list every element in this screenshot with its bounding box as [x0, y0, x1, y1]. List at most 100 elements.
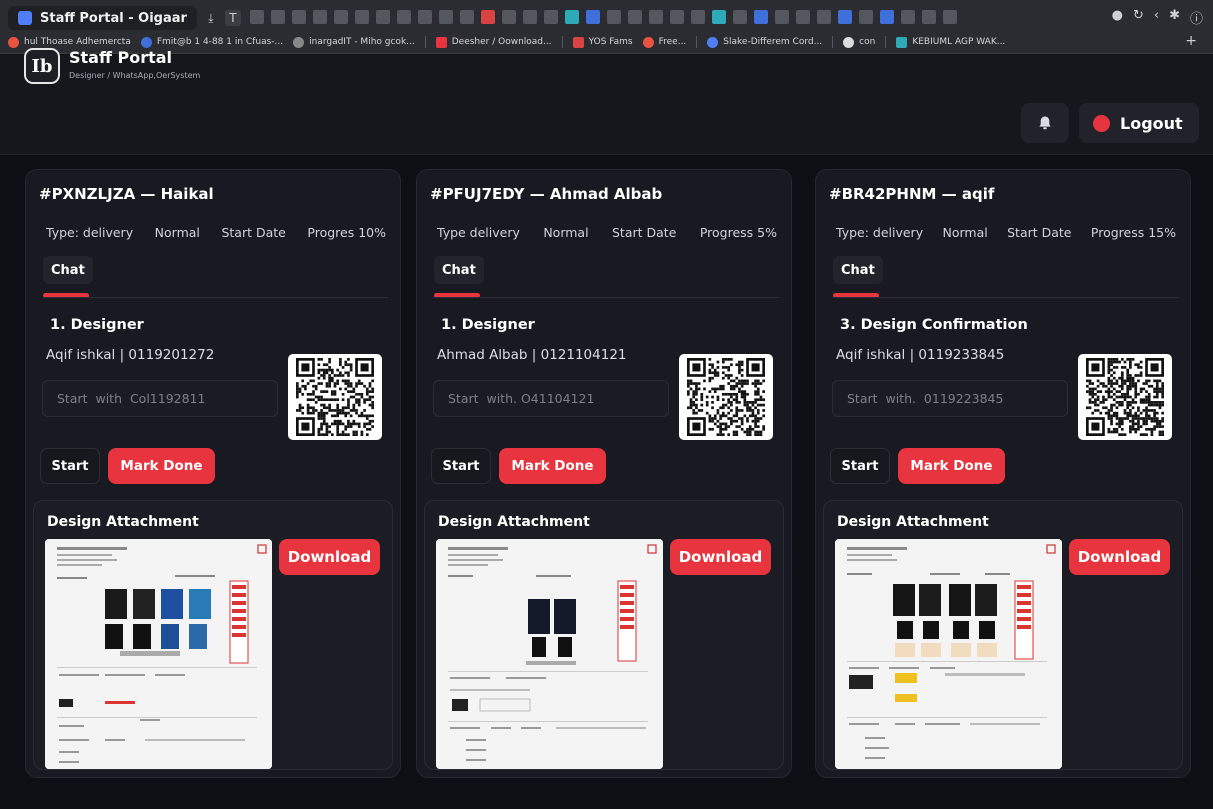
attachment-preview[interactable] [436, 539, 663, 769]
attachment-preview[interactable] [835, 539, 1062, 769]
extension-icon[interactable] [901, 10, 915, 24]
extension-icon[interactable] [733, 10, 747, 24]
info-icon[interactable]: ⓘ [1190, 8, 1203, 27]
extension-icon[interactable] [313, 10, 327, 24]
order-type: Type: delivery [46, 225, 134, 240]
start-code-input[interactable] [832, 380, 1068, 417]
bookmark-icon [293, 36, 305, 48]
bookmark-item[interactable]: Slake-Differem Cord... [707, 36, 822, 48]
order-progress: Progress 15% [1090, 225, 1176, 240]
divider [833, 297, 1178, 298]
tab-t-icon[interactable]: T [224, 10, 241, 26]
extension-icon[interactable] [649, 10, 663, 24]
extension-icon[interactable] [754, 10, 768, 24]
new-tab-button[interactable]: + [1185, 33, 1197, 49]
extension-icon[interactable] [292, 10, 306, 24]
share-icon[interactable]: ‹ [1154, 8, 1159, 27]
mark-done-button[interactable]: Mark Done [898, 448, 1005, 484]
browser-controls: ● ↻ ‹ ✱ ⓘ [1112, 8, 1203, 27]
bookmark-separator [424, 36, 426, 48]
order-priority: Normal [942, 225, 988, 240]
logout-button[interactable]: Logout [1079, 103, 1199, 143]
divider [43, 297, 388, 298]
profile-icon[interactable]: ● [1112, 8, 1123, 27]
attachment-preview[interactable] [45, 539, 272, 769]
bookmark-item[interactable]: con [843, 36, 875, 48]
order-card: #PXNZLJZA — Haikal Type: delivery Normal… [25, 169, 401, 778]
browser-tab-active[interactable]: Staff Portal - Oigaar [8, 6, 197, 30]
qr-code [288, 354, 382, 440]
extension-icon[interactable] [586, 10, 600, 24]
order-title: #PXNZLJZA — Haikal [39, 185, 214, 203]
start-button[interactable]: Start [830, 448, 890, 484]
bookmark-item[interactable]: hul Thoase Adhemercta [8, 36, 131, 48]
extension-icon[interactable] [355, 10, 369, 24]
mark-done-button[interactable]: Mark Done [499, 448, 606, 484]
bookmark-item[interactable]: Fmit@b 1 4-88 1 in Cfuas-... [140, 36, 283, 48]
extension-icon[interactable] [775, 10, 789, 24]
extension-icon[interactable] [418, 10, 432, 24]
extensions-icon[interactable]: ✱ [1169, 8, 1180, 27]
portal-logo: Ib [24, 48, 60, 84]
extension-icon[interactable] [796, 10, 810, 24]
bookmark-separator [832, 36, 834, 48]
start-code-input[interactable] [433, 380, 669, 417]
order-card: #PFUJ7EDY — Ahmad Albab Type delivery No… [416, 169, 792, 778]
extension-icon[interactable] [439, 10, 453, 24]
extension-icon[interactable] [859, 10, 873, 24]
extension-icon[interactable] [334, 10, 348, 24]
extension-icon[interactable] [880, 10, 894, 24]
extension-icon[interactable] [922, 10, 936, 24]
extension-icon[interactable] [376, 10, 390, 24]
extension-icon[interactable] [691, 10, 705, 24]
extension-icon[interactable] [460, 10, 474, 24]
tab-chat[interactable]: Chat [833, 256, 883, 284]
start-button[interactable]: Start [431, 448, 491, 484]
refresh-icon[interactable]: ↻ [1133, 8, 1144, 27]
stage-title: 3. Design Confirmation [840, 317, 1028, 333]
extension-icon[interactable] [712, 10, 726, 24]
bookmark-item[interactable]: Deesher / Oownload... [435, 36, 552, 48]
extension-icon[interactable] [523, 10, 537, 24]
extension-icon[interactable] [481, 10, 495, 24]
page-title: Staff Portal [69, 48, 173, 67]
attachment-title: Design Attachment [47, 514, 199, 530]
extension-icon[interactable] [271, 10, 285, 24]
bookmark-item[interactable]: YOS Fams [572, 36, 633, 48]
start-code-input[interactable] [42, 380, 278, 417]
bookmark-item[interactable]: KEBIUML AGP WAK... [896, 36, 1005, 48]
download-button[interactable]: Download [670, 539, 771, 575]
mark-done-button[interactable]: Mark Done [108, 448, 215, 484]
download-icon[interactable]: ⤓ [203, 10, 219, 26]
qr-code [679, 354, 773, 440]
tab-chat[interactable]: Chat [434, 256, 484, 284]
extension-icon[interactable] [817, 10, 831, 24]
extension-icon[interactable] [565, 10, 579, 24]
tab-chat[interactable]: Chat [43, 256, 93, 284]
extension-icon[interactable] [250, 10, 264, 24]
extension-icon[interactable] [502, 10, 516, 24]
bookmark-separator [561, 36, 563, 48]
bookmark-icon [435, 36, 447, 48]
extension-icon[interactable] [607, 10, 621, 24]
extension-icon[interactable] [544, 10, 558, 24]
start-button[interactable]: Start [40, 448, 100, 484]
order-start-date: Start Date [612, 225, 677, 240]
bookmark-item[interactable]: inargadIT - Miho gcok... [293, 36, 415, 48]
order-title: #BR42PHNM — aqif [829, 185, 995, 203]
notifications-button[interactable] [1021, 103, 1069, 143]
bookmark-icon [140, 36, 152, 48]
extension-icon[interactable] [943, 10, 957, 24]
browser-chrome: Staff Portal - Oigaar ⤓ T ● ↻ ‹ ✱ ⓘ hul … [0, 0, 1213, 54]
download-button[interactable]: Download [1069, 539, 1170, 575]
extension-icon[interactable] [838, 10, 852, 24]
extension-icon[interactable] [397, 10, 411, 24]
order-start-date: Start Date [1007, 225, 1072, 240]
extension-bar [250, 10, 957, 24]
bookmark-item[interactable]: Free... [642, 36, 686, 48]
download-button[interactable]: Download [279, 539, 380, 575]
extension-icon[interactable] [670, 10, 684, 24]
bookmark-icon [896, 36, 908, 48]
design-attachment-panel: Design Attachment Download [823, 500, 1183, 770]
extension-icon[interactable] [628, 10, 642, 24]
